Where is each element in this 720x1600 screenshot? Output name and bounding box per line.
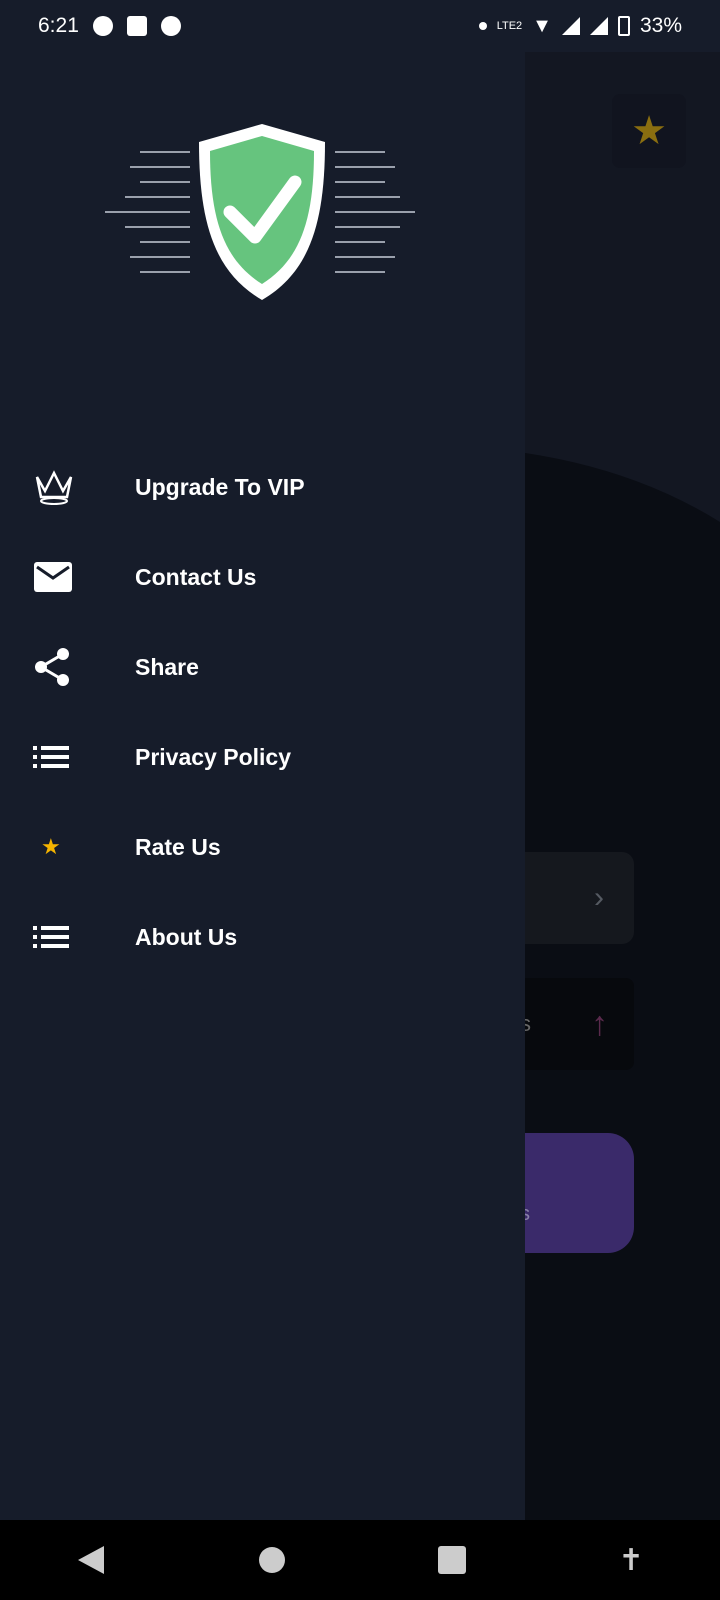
battery-percent: 33% <box>639 14 682 37</box>
navigation-drawer: Upgrade To VIP Contact Us Share Privacy … <box>0 52 525 1520</box>
crown-icon <box>0 469 135 505</box>
signal-icon <box>589 17 608 35</box>
premium-star-button[interactable]: ★ <box>612 94 686 168</box>
accessibility-icon[interactable]: ✝ <box>618 1543 643 1578</box>
back-button[interactable] <box>76 1544 106 1576</box>
chevron-right-icon: › <box>594 881 604 914</box>
list-icon <box>0 925 135 949</box>
app-notification-icon <box>160 16 181 36</box>
menu-label: Privacy Policy <box>135 743 291 770</box>
share-icon <box>0 647 135 687</box>
status-bar: 6:21 LTE2 ▼ 33% <box>0 0 720 52</box>
menu-label: Contact Us <box>135 563 257 590</box>
menu-item-privacy-policy[interactable]: Privacy Policy <box>0 712 525 802</box>
shield-logo <box>105 124 415 300</box>
storage-warning-icon <box>126 16 147 36</box>
list-icon <box>0 745 135 769</box>
volte-icon: LTE2 <box>496 19 523 32</box>
recents-button[interactable] <box>437 1546 466 1574</box>
star-icon: ★ <box>41 834 61 859</box>
arrow-up-icon: ↑ <box>591 1004 608 1043</box>
menu-label: Share <box>135 653 199 680</box>
signal-icon <box>561 17 580 35</box>
menu-item-about-us[interactable]: About Us <box>0 892 525 982</box>
battery-icon <box>617 16 630 36</box>
mail-icon <box>0 561 135 593</box>
menu-label: About Us <box>135 923 238 950</box>
system-nav-bar: ✝ <box>0 1520 720 1600</box>
menu-item-rate-us[interactable]: ★ Rate Us <box>0 802 525 892</box>
clock: 6:21 <box>38 14 79 37</box>
menu-item-upgrade-vip[interactable]: Upgrade To VIP <box>0 442 525 532</box>
menu-item-share[interactable]: Share <box>0 622 525 712</box>
app-notification-icon <box>92 16 113 36</box>
dot-icon <box>478 22 487 30</box>
menu-item-contact-us[interactable]: Contact Us <box>0 532 525 622</box>
menu-label: Rate Us <box>135 833 221 860</box>
menu-label: Upgrade To VIP <box>135 473 305 500</box>
wifi-icon: ▼ <box>532 14 552 37</box>
home-button[interactable] <box>259 1547 286 1573</box>
